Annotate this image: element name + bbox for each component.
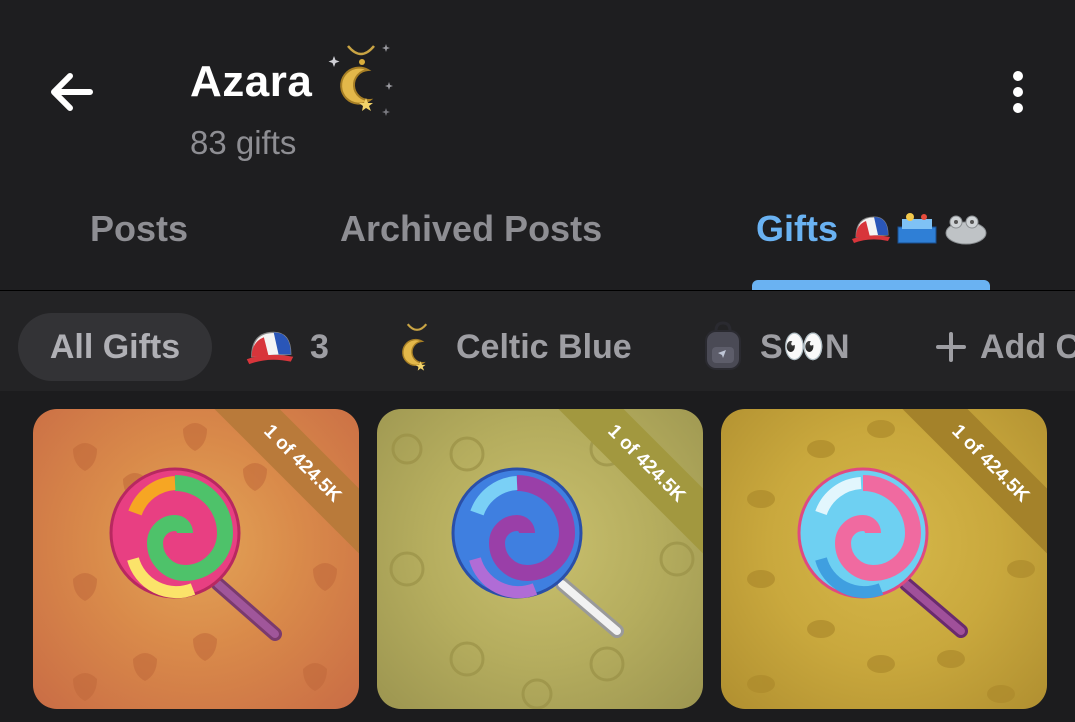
cap-icon [852,216,891,243]
gift-filter-bar: All Gifts 3 Celtic Blue S👀N Add C [0,291,1075,391]
backpack-icon [705,321,741,370]
filter-celtic-label: Celtic Blue [456,327,632,366]
tab-archived-posts[interactable]: Archived Posts [340,208,602,250]
active-tab-indicator [752,280,990,290]
filter-soon-label: S👀N [760,328,850,366]
add-collection-button[interactable]: Add C [936,313,1075,381]
arrow-left-icon [51,73,93,111]
more-vertical-icon [1000,71,1036,113]
profile-header: Azara 83 gifts Posts Archived Posts Gift… [0,0,1075,290]
gift-card[interactable]: 1 of 424.5K [377,409,703,709]
gift-count: 83 gifts [190,124,297,161]
frog-icon [945,215,987,245]
moon-pendant-icon [328,44,394,116]
tab-posts[interactable]: Posts [90,208,188,250]
moon-pendant-icon [402,323,428,371]
profile-name: Azara [190,57,313,106]
plus-icon [936,332,966,362]
gift-card[interactable]: 1 of 424.5K [33,409,359,709]
profile-title-block: Azara 83 gifts [190,42,396,162]
more-menu-button[interactable] [1000,66,1036,120]
filter-cap-count: 3 [310,327,329,366]
add-collection-label: Add C [980,327,1075,366]
tab-gifts[interactable]: Gifts [756,208,988,250]
filter-all-gifts[interactable]: All Gifts [18,313,212,381]
profile-tabs: Posts Archived Posts Gifts [0,190,1075,290]
back-button[interactable] [40,62,104,126]
filter-cap-collection[interactable]: 3 [244,313,329,381]
filter-soon[interactable]: S👀N [700,313,850,381]
toy-box-icon [897,213,937,244]
cap-icon [246,331,294,365]
gift-card[interactable]: 1 of 424.5K [721,409,1047,709]
filter-celtic-blue[interactable]: Celtic Blue [392,313,632,381]
tab-gifts-label: Gifts [756,208,839,249]
